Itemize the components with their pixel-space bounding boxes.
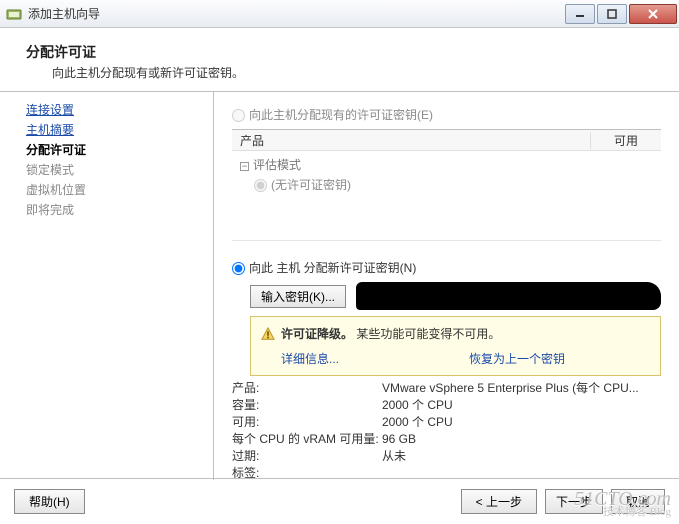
radio-existing-label: 向此主机分配现有的许可证密钥(E) bbox=[249, 108, 433, 122]
window-controls bbox=[563, 4, 677, 24]
kv-available-k: 可用: bbox=[232, 414, 382, 431]
step-host-summary[interactable]: 主机摘要 bbox=[26, 120, 209, 140]
license-tree: −评估模式 (无许可证密钥) bbox=[232, 151, 661, 241]
minimize-button[interactable] bbox=[565, 4, 595, 24]
radio-existing-key-row: 向此主机分配现有的许可证密钥(E) bbox=[232, 106, 661, 123]
step-lockdown-mode: 锁定模式 bbox=[26, 160, 209, 180]
page-subtitle: 向此主机分配现有或新许可证密钥。 bbox=[26, 64, 659, 81]
kv-product-k: 产品: bbox=[232, 380, 382, 397]
step-vm-location: 虚拟机位置 bbox=[26, 180, 209, 200]
collapse-icon[interactable]: − bbox=[240, 162, 249, 171]
radio-new-key[interactable]: 向此 主机 分配新许可证密钥(N) bbox=[232, 261, 416, 275]
enter-key-button[interactable]: 输入密钥(K)... bbox=[250, 285, 346, 308]
kv-expires-k: 过期: bbox=[232, 448, 382, 465]
tree-group-eval: −评估模式 bbox=[240, 155, 661, 175]
step-connection[interactable]: 连接设置 bbox=[26, 100, 209, 120]
wizard-header: 分配许可证 向此主机分配现有或新许可证密钥。 bbox=[0, 28, 679, 92]
step-ready-complete: 即将完成 bbox=[26, 200, 209, 220]
title-bar: 添加主机向导 bbox=[0, 0, 679, 28]
radio-existing-input bbox=[232, 109, 245, 122]
license-key-redacted bbox=[356, 282, 661, 310]
wizard-main: 向此主机分配现有的许可证密钥(E) 产品 可用 −评估模式 (无许可证密钥) 向… bbox=[214, 92, 679, 480]
maximize-button[interactable] bbox=[597, 4, 627, 24]
wizard-steps-sidebar: 连接设置 主机摘要 分配许可证 锁定模式 虚拟机位置 即将完成 bbox=[0, 92, 214, 480]
window-title: 添加主机向导 bbox=[28, 5, 563, 22]
cancel-button[interactable]: 取消 bbox=[611, 489, 665, 514]
app-icon bbox=[6, 6, 22, 22]
radio-new-label: 向此 主机 分配新许可证密钥(N) bbox=[249, 261, 416, 275]
warning-box: 许可证降级。 某些功能可能变得不可用。 详细信息... 恢复为上一个密钥 bbox=[250, 316, 661, 376]
license-tree-header: 产品 可用 bbox=[232, 129, 661, 151]
kv-available-v: 2000 个 CPU bbox=[382, 414, 661, 431]
page-title: 分配许可证 bbox=[26, 42, 659, 62]
wizard-footer: 帮助(H) < 上一步 下一步 取消 bbox=[0, 478, 679, 524]
kv-product-v: VMware vSphere 5 Enterprise Plus (每个 CPU… bbox=[382, 380, 661, 397]
warning-text: 某些功能可能变得不可用。 bbox=[356, 327, 500, 341]
next-button[interactable]: 下一步 bbox=[545, 489, 603, 514]
back-button[interactable]: < 上一步 bbox=[461, 489, 537, 514]
kv-capacity-k: 容量: bbox=[232, 397, 382, 414]
kv-expires-v: 从未 bbox=[382, 448, 661, 465]
kv-capacity-v: 2000 个 CPU bbox=[382, 397, 661, 414]
radio-existing-key[interactable]: 向此主机分配现有的许可证密钥(E) bbox=[232, 108, 433, 122]
radio-new-key-row: 向此 主机 分配新许可证密钥(N) bbox=[232, 259, 661, 276]
restore-key-link[interactable]: 恢复为上一个密钥 bbox=[469, 350, 565, 367]
details-link[interactable]: 详细信息... bbox=[281, 350, 339, 367]
warning-icon bbox=[261, 327, 275, 341]
tree-item-radio bbox=[254, 179, 267, 192]
close-button[interactable] bbox=[629, 4, 677, 24]
step-assign-license: 分配许可证 bbox=[26, 140, 209, 160]
kv-vram-v: 96 GB bbox=[382, 431, 661, 448]
help-button[interactable]: 帮助(H) bbox=[14, 489, 85, 514]
col-available: 可用 bbox=[591, 132, 661, 149]
col-product: 产品 bbox=[232, 132, 591, 149]
kv-vram-k: 每个 CPU 的 vRAM 可用量: bbox=[232, 431, 382, 448]
warning-title: 许可证降级。 bbox=[281, 327, 353, 341]
tree-item-no-key[interactable]: (无许可证密钥) bbox=[254, 175, 661, 195]
radio-new-input[interactable] bbox=[232, 262, 245, 275]
